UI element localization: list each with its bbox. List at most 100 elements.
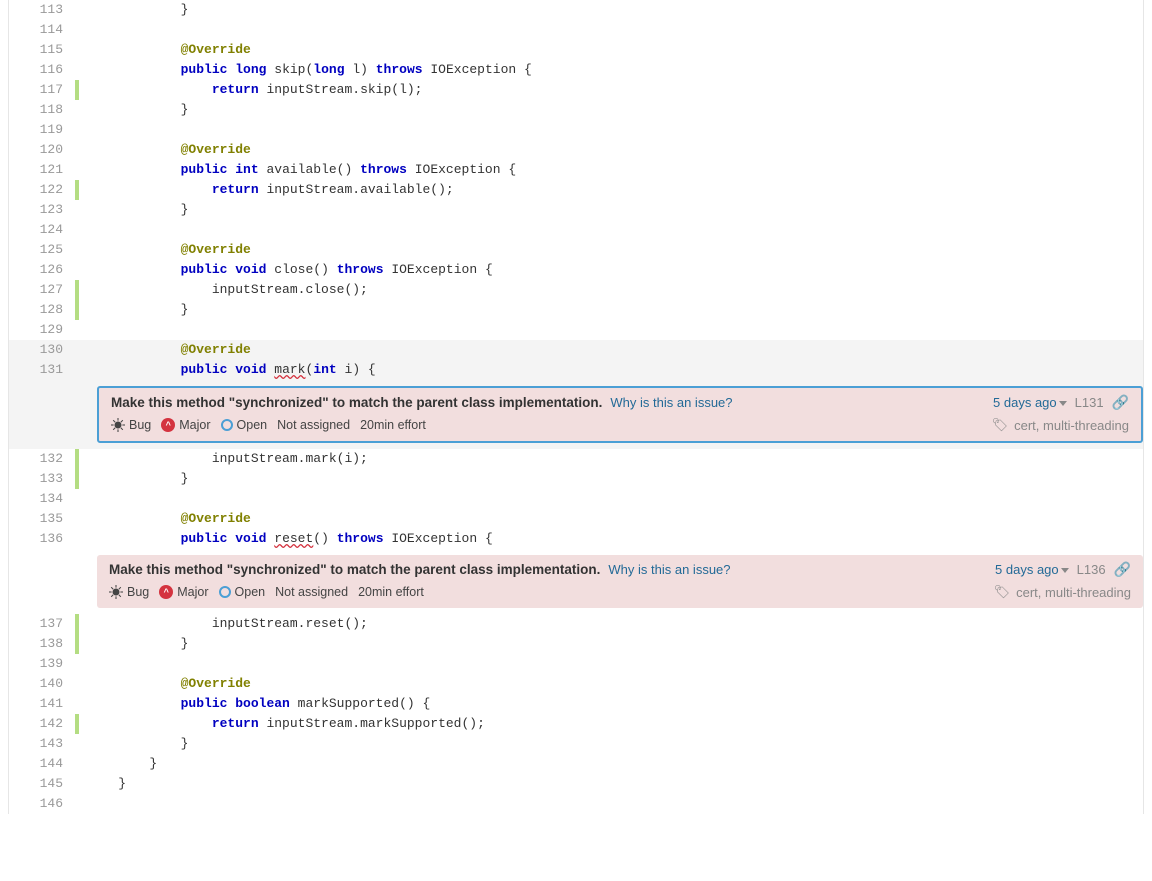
line-number[interactable]: 136 [9, 529, 73, 549]
why-issue-link[interactable]: Why is this an issue? [610, 395, 732, 410]
code-line: 143 } [9, 734, 1143, 754]
code-line: 127 inputStream.close(); [9, 280, 1143, 300]
code-content: inputStream.reset(); [83, 614, 1143, 634]
chevron-down-icon [1059, 401, 1067, 406]
issue-underline[interactable]: reset [274, 531, 313, 546]
issue-message[interactable]: Make this method "synchronized" to match… [109, 562, 600, 577]
issue-message[interactable]: Make this method "synchronized" to match… [111, 395, 602, 410]
issue-status[interactable]: Open [219, 585, 266, 599]
tags-icon: 🏷 [994, 584, 1011, 600]
code-line: 123 } [9, 200, 1143, 220]
permalink-icon[interactable]: 🔗 [1112, 394, 1129, 411]
line-number[interactable]: 127 [9, 280, 73, 300]
code-content: public long skip(long l) throws IOExcept… [83, 60, 1143, 80]
line-number[interactable]: 137 [9, 614, 73, 634]
line-number[interactable]: 141 [9, 694, 73, 714]
chevron-down-icon [1061, 568, 1069, 573]
line-number[interactable]: 134 [9, 489, 73, 509]
coverage-gutter [73, 260, 83, 280]
issue-location: L136 [1077, 562, 1106, 577]
line-number[interactable]: 128 [9, 300, 73, 320]
code-content: } [83, 300, 1143, 320]
code-line: 130 @Override [9, 340, 1143, 360]
issue-age[interactable]: 5 days ago [995, 562, 1069, 577]
code-content: @Override [83, 509, 1143, 529]
line-number[interactable]: 132 [9, 449, 73, 469]
line-number[interactable]: 140 [9, 674, 73, 694]
issue-box[interactable]: Make this method "synchronized" to match… [97, 555, 1143, 608]
coverage-gutter [73, 714, 83, 734]
code-content: } [83, 754, 1143, 774]
line-number[interactable]: 139 [9, 654, 73, 674]
issue-status[interactable]: Open [221, 418, 268, 432]
issue-underline[interactable]: mark [274, 362, 305, 377]
issue-tags[interactable]: cert, multi-threading [1014, 418, 1129, 433]
code-content: @Override [83, 340, 1143, 360]
line-number[interactable]: 122 [9, 180, 73, 200]
line-number[interactable]: 116 [9, 60, 73, 80]
line-number[interactable]: 146 [9, 794, 73, 814]
coverage-gutter [73, 734, 83, 754]
issue-severity[interactable]: ^Major [159, 585, 208, 599]
code-line: 129 [9, 320, 1143, 340]
line-number[interactable]: 138 [9, 634, 73, 654]
coverage-gutter [73, 509, 83, 529]
line-number[interactable]: 129 [9, 320, 73, 340]
issue-row: Make this method "synchronized" to match… [9, 380, 1143, 449]
coverage-gutter [73, 449, 83, 469]
code-content: return inputStream.available(); [83, 180, 1143, 200]
coverage-gutter [73, 220, 83, 240]
code-line: 113 } [9, 0, 1143, 20]
coverage-gutter [73, 120, 83, 140]
line-number[interactable]: 120 [9, 140, 73, 160]
severity-icon: ^ [159, 585, 173, 599]
issue-location: L131 [1075, 395, 1104, 410]
coverage-gutter [73, 200, 83, 220]
code-content: } [83, 734, 1143, 754]
code-content: @Override [83, 240, 1143, 260]
line-number[interactable]: 117 [9, 80, 73, 100]
line-number[interactable]: 143 [9, 734, 73, 754]
code-content [83, 20, 1143, 40]
line-number[interactable]: 115 [9, 40, 73, 60]
code-content: } [83, 774, 1143, 794]
permalink-icon[interactable]: 🔗 [1114, 561, 1131, 578]
issue-assignee[interactable]: Not assigned [275, 585, 348, 599]
issue-age[interactable]: 5 days ago [993, 395, 1067, 410]
line-number[interactable]: 113 [9, 0, 73, 20]
line-number[interactable]: 119 [9, 120, 73, 140]
line-number[interactable]: 133 [9, 469, 73, 489]
line-number[interactable]: 130 [9, 340, 73, 360]
coverage-gutter [73, 80, 83, 100]
line-number[interactable]: 118 [9, 100, 73, 120]
issue-type[interactable]: Bug [111, 418, 151, 432]
code-content: public int available() throws IOExceptio… [83, 160, 1143, 180]
coverage-gutter [73, 674, 83, 694]
issue-severity[interactable]: ^Major [161, 418, 210, 432]
line-number[interactable]: 114 [9, 20, 73, 40]
issue-assignee[interactable]: Not assigned [277, 418, 350, 432]
coverage-gutter [73, 40, 83, 60]
code-line: 136 public void reset() throws IOExcepti… [9, 529, 1143, 549]
line-number[interactable]: 135 [9, 509, 73, 529]
line-number[interactable]: 142 [9, 714, 73, 734]
line-number[interactable]: 125 [9, 240, 73, 260]
why-issue-link[interactable]: Why is this an issue? [608, 562, 730, 577]
line-number[interactable]: 121 [9, 160, 73, 180]
line-number[interactable]: 123 [9, 200, 73, 220]
line-number[interactable]: 131 [9, 360, 73, 380]
code-content: } [83, 634, 1143, 654]
coverage-gutter [73, 360, 83, 380]
line-number[interactable]: 126 [9, 260, 73, 280]
line-number[interactable]: 145 [9, 774, 73, 794]
issue-tags[interactable]: cert, multi-threading [1016, 585, 1131, 600]
code-line: 118 } [9, 100, 1143, 120]
issue-type[interactable]: Bug [109, 585, 149, 599]
issue-box[interactable]: Make this method "synchronized" to match… [97, 386, 1143, 443]
coverage-gutter [73, 240, 83, 260]
coverage-gutter [73, 529, 83, 549]
open-status-icon [219, 586, 231, 598]
line-number[interactable]: 144 [9, 754, 73, 774]
line-number[interactable]: 124 [9, 220, 73, 240]
code-content: return inputStream.markSupported(); [83, 714, 1143, 734]
